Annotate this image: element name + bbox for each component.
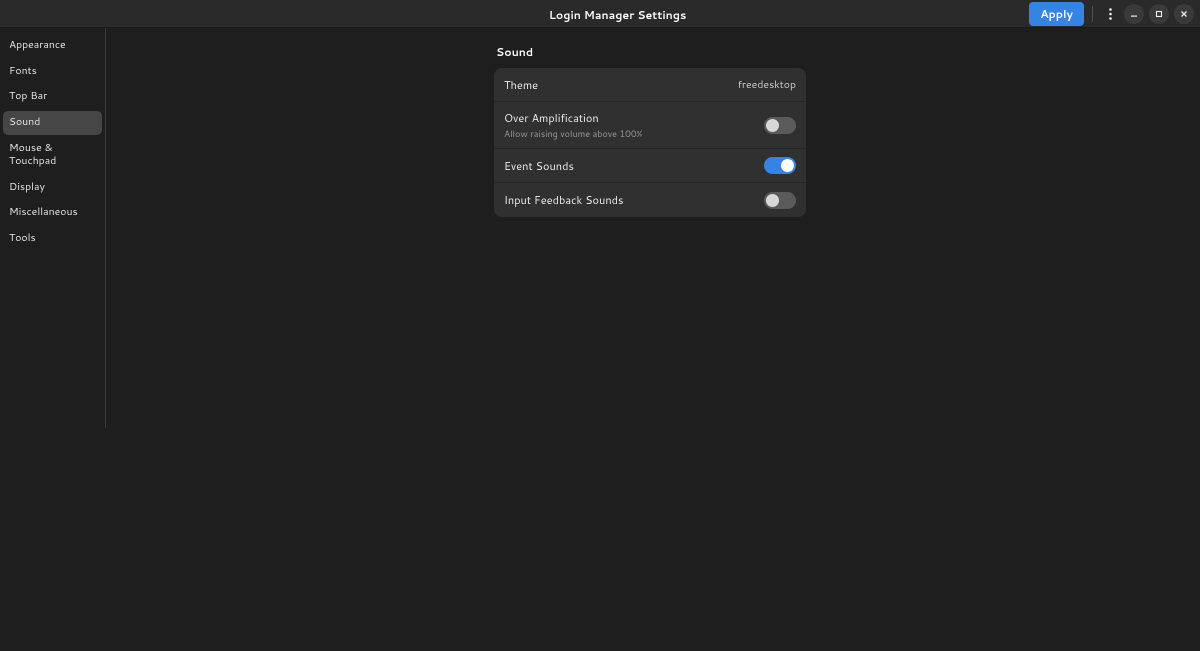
separator (1092, 6, 1093, 22)
event-sounds-row: Event Sounds (494, 149, 806, 183)
sidebar-item-mouse-touchpad[interactable]: Mouse & Touchpad (3, 137, 102, 174)
row-labels: Input Feedback Sounds (504, 192, 624, 208)
event-sounds-label: Event Sounds (504, 158, 574, 174)
switch-knob (781, 159, 794, 172)
kebab-icon (1109, 8, 1112, 20)
sidebar-item-appearance[interactable]: Appearance (3, 34, 102, 58)
sidebar-item-label: Mouse & Touchpad (9, 141, 56, 169)
sidebar-item-sound[interactable]: Sound (3, 111, 102, 135)
row-labels: Theme (504, 77, 538, 93)
sidebar-item-top-bar[interactable]: Top Bar (3, 85, 102, 109)
minimize-button[interactable] (1124, 4, 1144, 24)
menu-button[interactable] (1101, 4, 1119, 24)
theme-label: Theme (504, 77, 538, 93)
sidebar-item-tools[interactable]: Tools (3, 227, 102, 251)
over-amplification-label: Over Amplification (504, 110, 642, 126)
switch-knob (766, 119, 779, 132)
sidebar: Appearance Fonts Top Bar Sound Mouse & Touch… (0, 28, 106, 428)
sidebar-item-label: Miscellaneous (9, 205, 78, 219)
sidebar-item-label: Appearance (9, 38, 66, 52)
over-amplification-row: Over Amplification Allow raising volume … (494, 102, 806, 149)
input-feedback-row: Input Feedback Sounds (494, 183, 806, 217)
close-icon (1180, 10, 1188, 18)
settings-panel: Sound Theme freedesktop Over Amplificati… (494, 44, 806, 217)
maximize-icon (1155, 10, 1163, 18)
headerbar-right: Apply (1029, 2, 1194, 26)
event-sounds-switch[interactable] (764, 157, 796, 174)
minimize-icon (1130, 10, 1138, 18)
layout: Appearance Fonts Top Bar Sound Mouse & Touch… (0, 28, 1200, 651)
row-labels: Event Sounds (504, 158, 574, 174)
section-title: Sound (494, 44, 806, 60)
sidebar-item-label: Top Bar (9, 89, 47, 103)
sidebar-item-label: Tools (9, 231, 36, 245)
sidebar-item-miscellaneous[interactable]: Miscellaneous (3, 201, 102, 225)
sidebar-item-label: Display (9, 180, 45, 194)
headerbar: Login Manager Settings Apply (0, 0, 1200, 28)
sidebar-item-label: Fonts (9, 64, 37, 78)
window-title: Login Manager Settings (549, 7, 686, 23)
sidebar-item-fonts[interactable]: Fonts (3, 60, 102, 84)
apply-button[interactable]: Apply (1029, 2, 1084, 26)
headerbar-center: Login Manager Settings (206, 2, 1029, 25)
sidebar-item-display[interactable]: Display (3, 176, 102, 200)
theme-value: freedesktop (738, 78, 796, 92)
content-area: Sound Theme freedesktop Over Amplificati… (106, 28, 1200, 651)
sidebar-item-label: Sound (9, 115, 40, 129)
input-feedback-switch[interactable] (764, 192, 796, 209)
input-feedback-label: Input Feedback Sounds (504, 192, 624, 208)
theme-row[interactable]: Theme freedesktop (494, 68, 806, 102)
over-amplification-subtitle: Allow raising volume above 100% (504, 127, 642, 140)
close-button[interactable] (1174, 4, 1194, 24)
settings-list: Theme freedesktop Over Amplification All… (494, 68, 806, 217)
row-labels: Over Amplification Allow raising volume … (504, 110, 642, 140)
maximize-button[interactable] (1149, 4, 1169, 24)
over-amplification-switch[interactable] (764, 117, 796, 134)
switch-knob (766, 194, 779, 207)
